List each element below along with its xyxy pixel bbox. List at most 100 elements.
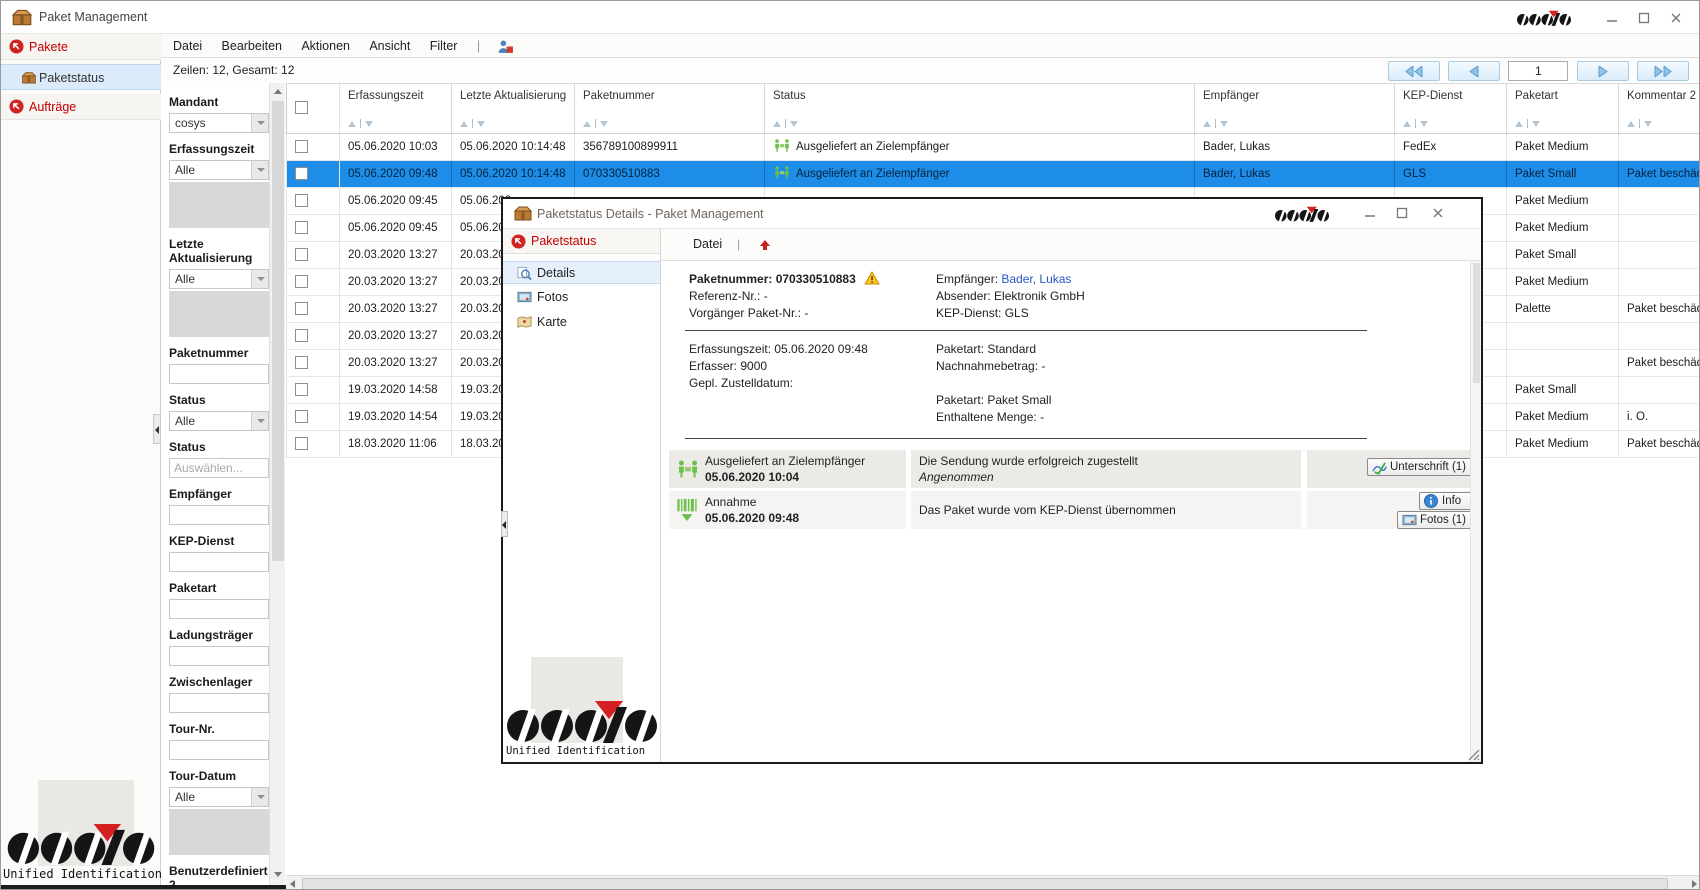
table-row[interactable]: 05.06.2020 10:03 05.06.2020 10:14:48 356…	[287, 134, 1699, 161]
maximize-button[interactable]	[1631, 9, 1657, 27]
filter-scrollbar[interactable]	[269, 83, 285, 885]
menu-filter[interactable]: Filter	[430, 34, 458, 58]
dialog-close-button[interactable]	[1425, 204, 1451, 222]
first-page-button[interactable]	[1387, 61, 1440, 81]
sort-icons[interactable]	[1627, 118, 1652, 129]
empfaenger-link[interactable]: Bader, Lukas	[1001, 272, 1071, 286]
horizontal-scrollbar[interactable]	[286, 875, 1699, 889]
column-header-kommentar-2[interactable]: Kommentar 2	[1619, 84, 1699, 133]
row-checkbox[interactable]	[295, 329, 308, 342]
cell-erfassungszeit: 20.03.2020 13:27	[340, 323, 452, 349]
row-checkbox[interactable]	[295, 437, 308, 450]
menu-aktionen[interactable]: Aktionen	[301, 34, 350, 58]
sort-icons[interactable]	[1403, 118, 1428, 129]
sidebar-item-auftraege[interactable]: Aufträge	[1, 94, 161, 120]
tour-datum-range-box[interactable]	[169, 809, 269, 855]
row-checkbox[interactable]	[295, 275, 308, 288]
dialog-title: Paketstatus Details - Paket Management	[537, 207, 764, 221]
sidebar-item-paketstatus[interactable]: Paketstatus	[1, 64, 161, 90]
sidebar-splitter-handle[interactable]	[153, 414, 161, 444]
sort-icons[interactable]	[1203, 118, 1228, 129]
zwischenlager-input[interactable]	[169, 693, 269, 713]
column-header-erfassungszeit[interactable]: Erfassungszeit	[340, 84, 452, 133]
ladungstraeger-input[interactable]	[169, 646, 269, 666]
dialog-nav-details[interactable]: Details	[503, 261, 660, 284]
sort-icons[interactable]	[348, 118, 373, 129]
menu-datei[interactable]: Datei	[173, 34, 202, 58]
column-header-letzte-aktualisierung[interactable]: Letzte Aktualisierung	[452, 84, 575, 133]
letzte-aktualisierung-select[interactable]: Alle	[169, 269, 269, 289]
letzte-aktualisierung-range-box[interactable]	[169, 291, 269, 337]
next-page-button[interactable]	[1576, 61, 1629, 81]
scroll-left-icon[interactable]	[290, 880, 295, 888]
erfassungszeit-range-box[interactable]	[169, 182, 269, 228]
row-checkbox[interactable]	[295, 167, 308, 180]
unterschrift-button[interactable]: Unterschrift (1)	[1366, 458, 1473, 476]
paketnummer-input[interactable]	[169, 364, 269, 384]
menu-ansicht[interactable]: Ansicht	[369, 34, 410, 58]
erfassungszeit-select[interactable]: Alle	[169, 160, 269, 180]
close-button[interactable]	[1663, 9, 1689, 27]
row-checkbox[interactable]	[295, 248, 308, 261]
dialog-minimize-button[interactable]	[1357, 204, 1383, 222]
dialog-scrollbar[interactable]	[1470, 261, 1481, 762]
dialog-nav-fotos[interactable]: Fotos	[503, 286, 660, 309]
column-header-paketnummer[interactable]: Paketnummer	[575, 84, 765, 133]
dialog-nav-paketstatus[interactable]: Paketstatus	[503, 229, 660, 254]
filter-label-zwischenlager: Zwischenlager	[169, 675, 253, 689]
sidebar-item-pakete[interactable]: Pakete	[1, 34, 161, 60]
row-checkbox[interactable]	[295, 302, 308, 315]
scroll-right-icon[interactable]	[1692, 880, 1697, 888]
tour-nr-input[interactable]	[169, 740, 269, 760]
column-header-empfaenger[interactable]: Empfänger	[1195, 84, 1395, 133]
empfaenger-input[interactable]	[169, 505, 269, 525]
table-row[interactable]: 05.06.2020 09:48 05.06.2020 10:14:48 070…	[287, 161, 1699, 188]
dialog-scrollbar-thumb[interactable]	[1473, 263, 1480, 383]
kep-dienst-input[interactable]	[169, 552, 269, 572]
scroll-up-icon[interactable]	[274, 89, 282, 94]
row-checkbox-cell	[287, 269, 340, 295]
sort-icons[interactable]	[583, 118, 608, 129]
status-multi-input[interactable]	[169, 458, 269, 478]
dialog-nav-karte[interactable]: Karte	[503, 311, 660, 334]
select-all-checkbox[interactable]	[295, 101, 308, 114]
cosys-logo-large	[507, 701, 657, 743]
history-message: Die Sendung wurde erfolgreich zugestellt	[919, 454, 1138, 468]
info-button[interactable]: Info	[1419, 492, 1473, 510]
tour-datum-select[interactable]: Alle	[169, 787, 269, 807]
pagination: 1	[1383, 61, 1689, 81]
paketart-input[interactable]	[169, 599, 269, 619]
column-header-status[interactable]: Status	[765, 84, 1195, 133]
row-checkbox[interactable]	[295, 383, 308, 396]
minimize-button[interactable]	[1599, 9, 1625, 27]
column-header-paketart[interactable]: Paketart	[1507, 84, 1619, 133]
filter-label-kep-dienst: KEP-Dienst	[169, 534, 235, 548]
scroll-down-icon[interactable]	[274, 872, 282, 877]
rows-summary: Zeilen: 12, Gesamt: 12	[173, 63, 295, 77]
row-checkbox[interactable]	[295, 221, 308, 234]
prev-page-button[interactable]	[1447, 61, 1500, 81]
sort-icons[interactable]	[773, 118, 798, 129]
row-checkbox[interactable]	[295, 410, 308, 423]
column-header-kep-dienst[interactable]: KEP-Dienst	[1395, 84, 1507, 133]
row-checkbox[interactable]	[295, 140, 308, 153]
status-select[interactable]: Alle	[169, 411, 269, 431]
user-action-icon[interactable]	[497, 39, 514, 54]
resize-grip-icon[interactable]	[1466, 747, 1480, 761]
horizontal-scrollbar-thumb[interactable]	[302, 878, 1668, 889]
export-icon[interactable]	[757, 237, 773, 253]
row-checkbox[interactable]	[295, 194, 308, 207]
menu-bearbeiten[interactable]: Bearbeiten	[222, 34, 282, 58]
page-number-box[interactable]: 1	[1508, 61, 1569, 81]
sort-icons[interactable]	[1515, 118, 1540, 129]
filter-scrollbar-thumb[interactable]	[272, 101, 284, 561]
filter-label-letzte-aktualisierung: Letzte Aktualisierung	[169, 237, 253, 265]
dialog-maximize-button[interactable]	[1389, 204, 1415, 222]
dialog-menu-datei[interactable]: Datei	[693, 237, 722, 251]
mandant-select[interactable]: cosys	[169, 113, 269, 133]
row-checkbox[interactable]	[295, 356, 308, 369]
dialog-splitter-handle[interactable]	[501, 511, 508, 537]
last-page-button[interactable]	[1637, 61, 1689, 81]
sort-icons[interactable]	[460, 118, 485, 129]
fotos-button[interactable]: Fotos (1)	[1396, 511, 1473, 529]
